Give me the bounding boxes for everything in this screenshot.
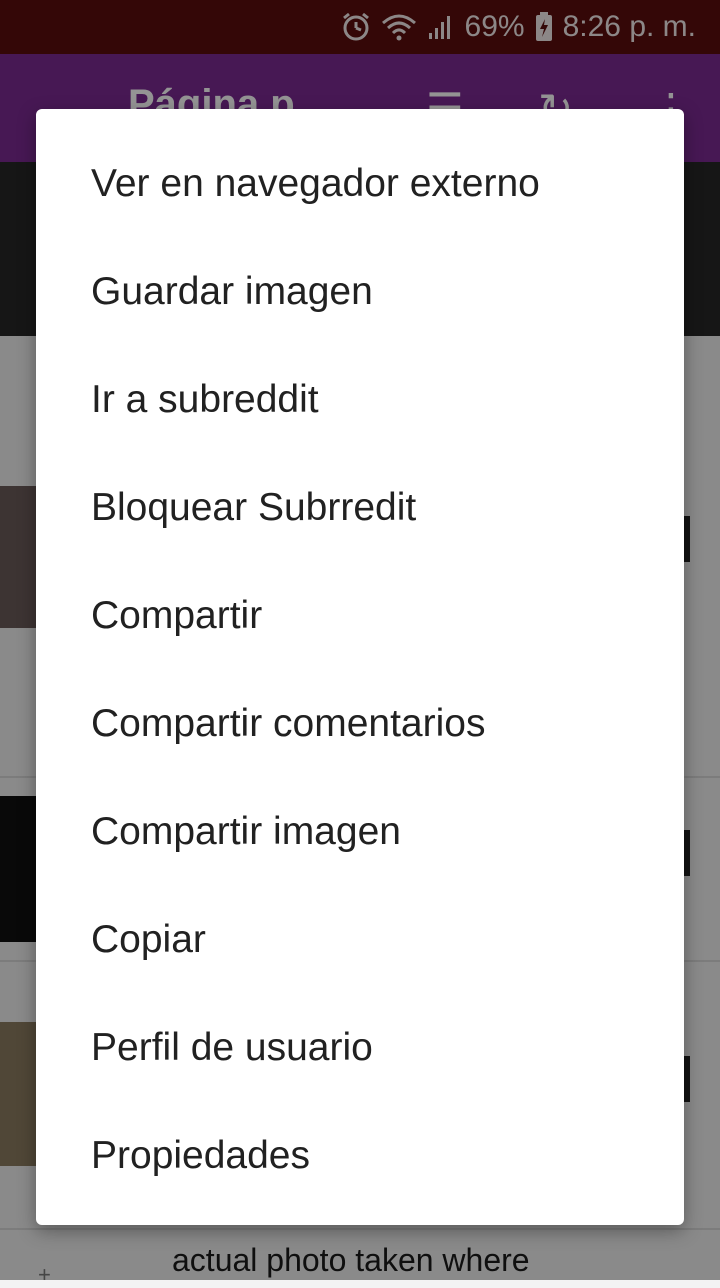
menu-item-save-image[interactable]: Guardar imagen [36, 238, 684, 346]
menu-item-share[interactable]: Compartir [36, 562, 684, 670]
menu-item-go-to-subreddit[interactable]: Ir a subreddit [36, 346, 684, 454]
context-menu: Ver en navegador externo Guardar imagen … [36, 109, 684, 1225]
menu-item-user-profile[interactable]: Perfil de usuario [36, 994, 684, 1102]
menu-item-block-subreddit[interactable]: Bloquear Subrredit [36, 454, 684, 562]
menu-item-open-external-browser[interactable]: Ver en navegador externo [36, 130, 684, 238]
menu-item-copy[interactable]: Copiar [36, 886, 684, 994]
menu-item-share-image[interactable]: Compartir imagen [36, 778, 684, 886]
menu-item-properties[interactable]: Propiedades [36, 1102, 684, 1210]
menu-item-share-comments[interactable]: Compartir comentarios [36, 670, 684, 778]
